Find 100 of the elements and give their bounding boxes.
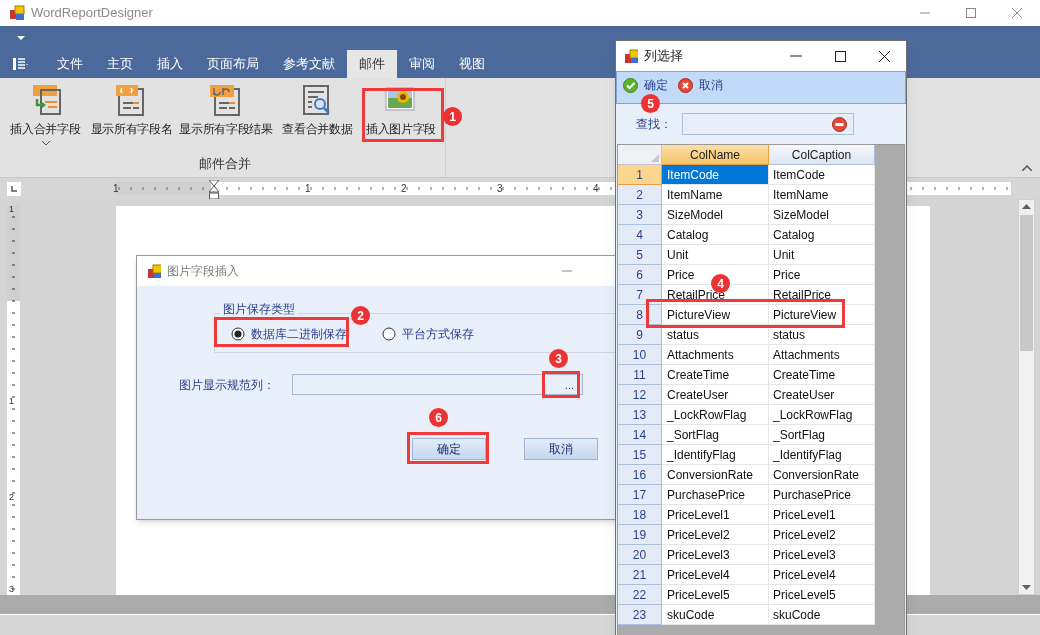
indent-marker[interactable] <box>209 180 219 200</box>
row-header[interactable]: 20 <box>618 545 662 565</box>
ribbon-button[interactable]: 插入合并字段 <box>5 84 86 152</box>
table-cell: SizeModel <box>769 205 875 225</box>
left-tab-icon <box>11 185 17 192</box>
ruler-number: 3 <box>497 182 503 195</box>
table-cell: Price <box>769 265 875 285</box>
dropdown-caret-icon <box>17 36 25 40</box>
close-icon <box>1012 8 1022 18</box>
table-cell: CreateTime <box>662 365 769 385</box>
dialog-button[interactable]: 确定 <box>412 438 486 460</box>
table-cell: ItemCode <box>769 165 875 185</box>
ribbon-tab[interactable]: 主页 <box>95 50 145 78</box>
highlight-frame <box>542 371 580 398</box>
table-cell: PriceLevel4 <box>662 565 769 585</box>
row-header[interactable]: 11 <box>618 365 662 385</box>
tab-stop-selector[interactable] <box>7 181 21 196</box>
input-field[interactable] <box>292 374 583 395</box>
row-header[interactable]: 15 <box>618 445 662 465</box>
column-header[interactable]: ColCaption <box>769 145 875 165</box>
maximize-icon <box>966 8 976 18</box>
app-icon <box>9 5 25 21</box>
table-cell: Catalog <box>769 225 875 245</box>
row-header[interactable]: 17 <box>618 485 662 505</box>
table-cell: PriceLevel2 <box>769 525 875 545</box>
radio-button[interactable]: 平台方式保存 <box>382 325 474 343</box>
row-header[interactable]: 13 <box>618 405 662 425</box>
scroll-down-icon <box>1022 585 1031 590</box>
row-header[interactable]: 22 <box>618 585 662 605</box>
table-cell: PriceLevel1 <box>662 505 769 525</box>
table-cell: Attachments <box>662 345 769 365</box>
minimize-icon <box>790 55 802 57</box>
table-cell: _SortFlag <box>769 425 875 445</box>
row-header[interactable]: 12 <box>618 385 662 405</box>
row-header[interactable]: 3 <box>618 205 662 225</box>
ribbon-tab[interactable]: 参考文献 <box>271 50 347 78</box>
column-header[interactable]: ColName <box>662 145 769 165</box>
table-cell: ConversionRate <box>662 465 769 485</box>
table-cell: Unit <box>769 245 875 265</box>
table-cell: _LockRowFlag <box>769 405 875 425</box>
row-header[interactable]: 4 <box>618 225 662 245</box>
radio-button[interactable]: 数据库二进制保存 <box>231 325 347 343</box>
ribbon-button[interactable]: 查看合并数据 <box>275 84 360 152</box>
toolbar-button[interactable]: 确定 <box>623 75 668 95</box>
ribbon-tab[interactable]: 文件 <box>45 50 95 78</box>
table-cell: PriceLevel4 <box>769 565 875 585</box>
dialog-title: 图片字段插入 <box>167 263 239 280</box>
table-cell: _SortFlag <box>662 425 769 445</box>
row-header[interactable]: 14 <box>618 425 662 445</box>
table-cell: PriceLevel3 <box>769 545 875 565</box>
ribbon-button[interactable]: 显示所有字段结果 <box>177 84 275 152</box>
window-title: WordReportDesigner <box>31 4 153 23</box>
maximize-icon <box>834 50 846 62</box>
table-cell: skuCode <box>662 605 769 625</box>
ribbon-tab[interactable]: 视图 <box>447 50 497 78</box>
document-menu-icon <box>12 57 28 71</box>
table-cell: Unit <box>662 245 769 265</box>
collapse-ribbon-button[interactable] <box>1022 165 1032 171</box>
dialog-title: 列选择 <box>644 47 683 66</box>
row-header[interactable]: 5 <box>618 245 662 265</box>
row-header[interactable]: 19 <box>618 525 662 545</box>
row-header[interactable]: 9 <box>618 325 662 345</box>
check-circle-icon <box>623 77 638 93</box>
x-circle-icon <box>678 77 693 93</box>
row-header[interactable]: 23 <box>618 605 662 625</box>
ribbon-button[interactable]: 显示所有字段名 <box>86 84 177 152</box>
search-field[interactable] <box>682 113 854 135</box>
table-cell: ConversionRate <box>769 465 875 485</box>
row-header[interactable]: 1 <box>618 165 662 185</box>
table-cell: _IdentifyFlag <box>769 445 875 465</box>
ribbon-tab[interactable]: 插入 <box>145 50 195 78</box>
group-label: 邮件合并 <box>198 155 252 173</box>
ruler-number: 1 <box>113 182 119 195</box>
indent-marker-icon <box>209 180 219 200</box>
row-header[interactable]: 2 <box>618 185 662 205</box>
ruler-number: 1 <box>305 182 311 195</box>
row-header[interactable]: 8 <box>618 305 662 325</box>
table-cell: _IdentifyFlag <box>662 445 769 465</box>
dialog-button[interactable]: 取消 <box>524 438 598 460</box>
table-cell: PriceLevel2 <box>662 525 769 545</box>
vertical-scrollbar[interactable] <box>1018 199 1035 595</box>
ribbon-tab[interactable]: 邮件 <box>347 50 397 78</box>
row-header[interactable]: 21 <box>618 565 662 585</box>
search-label: 查找： <box>636 116 672 133</box>
close-icon <box>878 50 890 62</box>
ribbon-button[interactable]: 插入图片字段 <box>360 84 442 152</box>
row-header[interactable]: 18 <box>618 505 662 525</box>
row-header[interactable]: 10 <box>618 345 662 365</box>
table-cell: PictureView <box>769 305 875 325</box>
row-header[interactable]: 7 <box>618 285 662 305</box>
table-cell: ItemName <box>769 185 875 205</box>
table-cell: CreateUser <box>662 385 769 405</box>
toolbar-button[interactable]: 取消 <box>678 75 723 95</box>
row-header[interactable]: 16 <box>618 465 662 485</box>
app-icon <box>147 264 161 278</box>
ribbon-tab[interactable]: 页面布局 <box>195 50 271 78</box>
row-header[interactable]: 6 <box>618 265 662 285</box>
corner-triangle-icon <box>651 154 659 162</box>
ribbon-tab[interactable]: 审阅 <box>397 50 447 78</box>
table-cell: ItemCode <box>662 165 769 185</box>
